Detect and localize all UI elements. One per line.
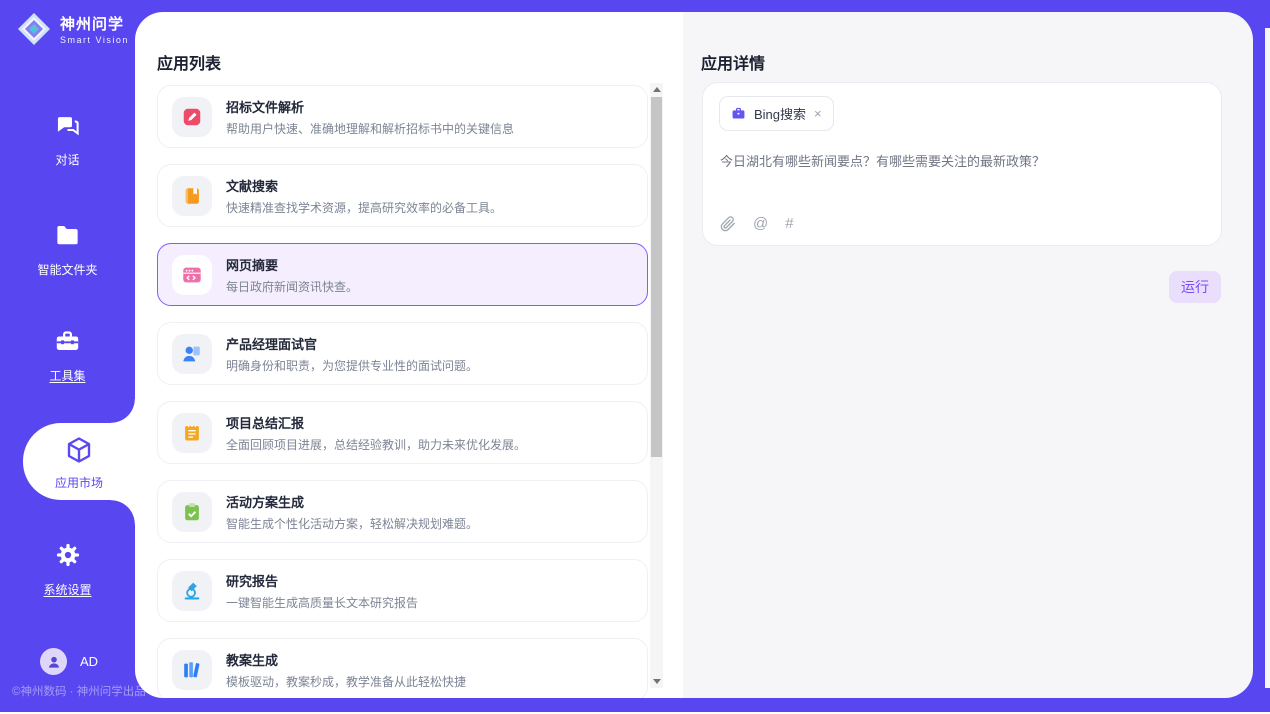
tool-chip-label: Bing搜索	[754, 104, 806, 123]
cube-icon	[64, 435, 94, 465]
user-initials: AD	[80, 654, 98, 669]
app-name: 网页摘要	[226, 255, 358, 274]
app-list-panel: 应用列表 招标文件解析 帮助用户快速、准确地理解和解析招标书中的关键信息	[135, 12, 683, 698]
app-name: 产品经理面试官	[226, 334, 478, 353]
notepad-icon	[172, 413, 212, 453]
app-card-pm-interviewer[interactable]: 产品经理面试官 明确身份和职责，为您提供专业性的面试问题。	[157, 322, 648, 385]
app-name: 研究报告	[226, 571, 418, 590]
app-desc: 全面回顾项目进展，总结经验教训，助力未来优化发展。	[226, 436, 526, 453]
sidebar-item-label: 工具集	[0, 367, 135, 384]
tender-edit-icon	[172, 97, 212, 137]
hash-icon[interactable]: #	[785, 215, 793, 232]
scroll-down-icon[interactable]	[650, 675, 663, 688]
sidebar-item-label: 对话	[0, 151, 135, 168]
prompt-input-card[interactable]: Bing搜索 × 今日湖北有哪些新闻要点？有哪些需要关注的最新政策？ @ #	[702, 82, 1222, 246]
book-icon	[172, 176, 212, 216]
sidebar-item-chat[interactable]: 对话	[0, 112, 135, 168]
app-desc: 模板驱动，教案秒成，教学准备从此轻松快捷	[226, 673, 466, 690]
interviewer-icon	[172, 334, 212, 374]
app-card-lesson-plan[interactable]: 教案生成 模板驱动，教案秒成，教学准备从此轻松快捷	[157, 638, 648, 698]
app-desc: 智能生成个性化活动方案，轻松解决规划难题。	[226, 515, 478, 532]
scroll-up-icon[interactable]	[650, 83, 663, 96]
app-name: 招标文件解析	[226, 97, 514, 116]
chip-close-icon[interactable]: ×	[814, 107, 822, 120]
tool-chip-bing-search[interactable]: Bing搜索 ×	[719, 96, 834, 131]
list-scrollbar[interactable]	[650, 83, 663, 688]
app-card-tender-analysis[interactable]: 招标文件解析 帮助用户快速、准确地理解和解析招标书中的关键信息	[157, 85, 648, 148]
folder-icon	[54, 222, 81, 249]
chat-icon	[54, 112, 81, 139]
app-desc: 每日政府新闻资讯快查。	[226, 278, 358, 295]
run-button[interactable]: 运行	[1169, 271, 1221, 303]
app-card-research-report[interactable]: 研究报告 一键智能生成高质量长文本研究报告	[157, 559, 648, 622]
user-account[interactable]: AD	[40, 648, 98, 675]
paperclip-icon[interactable]	[720, 216, 736, 232]
app-desc: 快速精准查找学术资源，提高研究效率的必备工具。	[226, 199, 502, 216]
query-textarea[interactable]: 今日湖北有哪些新闻要点？有哪些需要关注的最新政策？	[720, 151, 1205, 170]
toolbox-icon	[54, 328, 81, 355]
person-icon	[46, 654, 62, 670]
sidebar-item-app-market[interactable]: 应用市场	[23, 423, 135, 500]
gear-icon	[54, 541, 82, 569]
sidebar-item-label: 智能文件夹	[0, 261, 135, 278]
app-detail-title: 应用详情	[701, 50, 765, 74]
brand-logo: 神州问学 Smart Vision	[16, 11, 129, 47]
sidebar-item-label: 应用市场	[23, 474, 135, 491]
app-desc: 明确身份和职责，为您提供专业性的面试问题。	[226, 357, 478, 374]
attachment-toolbar: @ #	[720, 215, 794, 232]
sidebar-item-toolset[interactable]: 工具集	[0, 328, 135, 384]
main-content: 应用列表 招标文件解析 帮助用户快速、准确地理解和解析招标书中的关键信息	[135, 12, 1253, 698]
mention-icon[interactable]: @	[753, 215, 768, 232]
sidebar-item-smart-folder[interactable]: 智能文件夹	[0, 222, 135, 278]
app-card-list: 招标文件解析 帮助用户快速、准确地理解和解析招标书中的关键信息 文献搜索	[157, 85, 648, 698]
brand-subtitle: Smart Vision	[60, 35, 129, 45]
app-desc: 帮助用户快速、准确地理解和解析招标书中的关键信息	[226, 120, 514, 137]
app-card-webpage-summary[interactable]: 网页摘要 每日政府新闻资讯快查。	[157, 243, 648, 306]
app-name: 项目总结汇报	[226, 413, 526, 432]
sidebar-item-label: 系统设置	[0, 581, 135, 598]
window-edge	[1265, 28, 1270, 688]
sidebar-item-settings[interactable]: 系统设置	[0, 541, 135, 598]
app-list-title: 应用列表	[157, 50, 221, 74]
app-name: 教案生成	[226, 650, 466, 669]
diamond-logo-icon	[16, 11, 52, 47]
brand-name: 神州问学	[60, 13, 129, 34]
app-name: 活动方案生成	[226, 492, 478, 511]
app-card-literature-search[interactable]: 文献搜索 快速精准查找学术资源，提高研究效率的必备工具。	[157, 164, 648, 227]
books-icon	[172, 650, 212, 690]
app-card-project-summary[interactable]: 项目总结汇报 全面回顾项目进展，总结经验教训，助力未来优化发展。	[157, 401, 648, 464]
app-window: 神州问学 Smart Vision 对话 智能文件夹 工具集 应用市场	[0, 0, 1270, 714]
briefcase-icon	[731, 106, 746, 121]
scrollbar-thumb[interactable]	[651, 97, 662, 457]
app-detail-panel: 应用详情 Bing搜索 × 今日湖北有哪些新闻要点？有哪些需要关注的最新政策？	[683, 12, 1253, 698]
webpage-icon	[172, 255, 212, 295]
avatar	[40, 648, 67, 675]
app-name: 文献搜索	[226, 176, 502, 195]
app-card-activity-plan[interactable]: 活动方案生成 智能生成个性化活动方案，轻松解决规划难题。	[157, 480, 648, 543]
copyright-footer: ©神州数码 · 神州问学出品	[12, 683, 146, 699]
app-desc: 一键智能生成高质量长文本研究报告	[226, 594, 418, 611]
clipboard-check-icon	[172, 492, 212, 532]
microscope-icon	[172, 571, 212, 611]
